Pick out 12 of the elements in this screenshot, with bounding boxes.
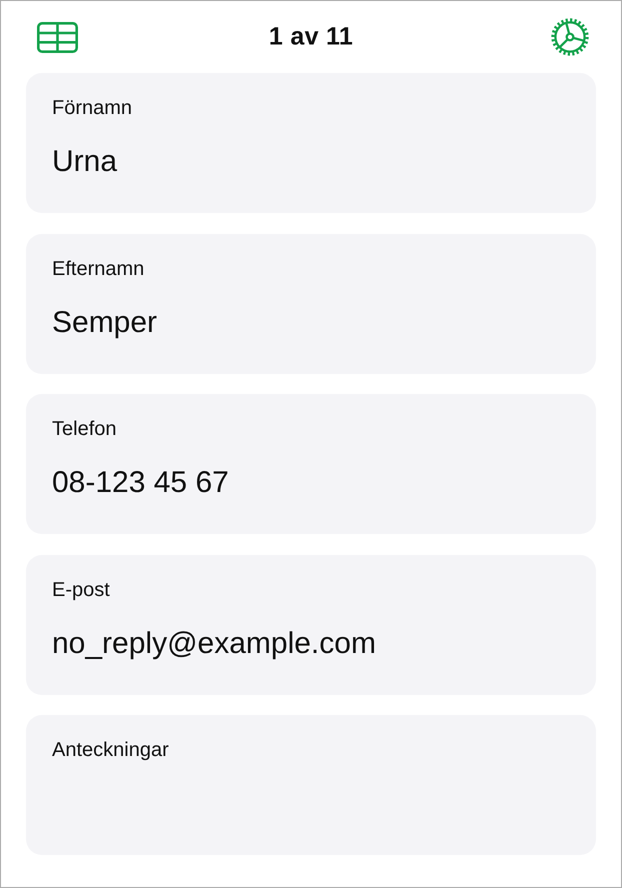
- text-field[interactable]: 08-123 45 67: [52, 465, 570, 501]
- text-field[interactable]: Semper: [52, 304, 570, 340]
- text-field[interactable]: no_reply@example.com: [52, 626, 570, 662]
- settings-icon[interactable]: [551, 18, 589, 56]
- field-label: Telefon: [52, 417, 118, 441]
- table-icon[interactable]: [37, 22, 78, 52]
- field-label: Efternamn: [52, 256, 146, 280]
- field-label: Förnamn: [52, 96, 134, 120]
- notes-field[interactable]: Anteckningar: [26, 715, 596, 855]
- field-label: E-post: [52, 578, 111, 602]
- record-counter: 1 av 11: [268, 21, 354, 52]
- text-field[interactable]: Urna: [52, 144, 570, 180]
